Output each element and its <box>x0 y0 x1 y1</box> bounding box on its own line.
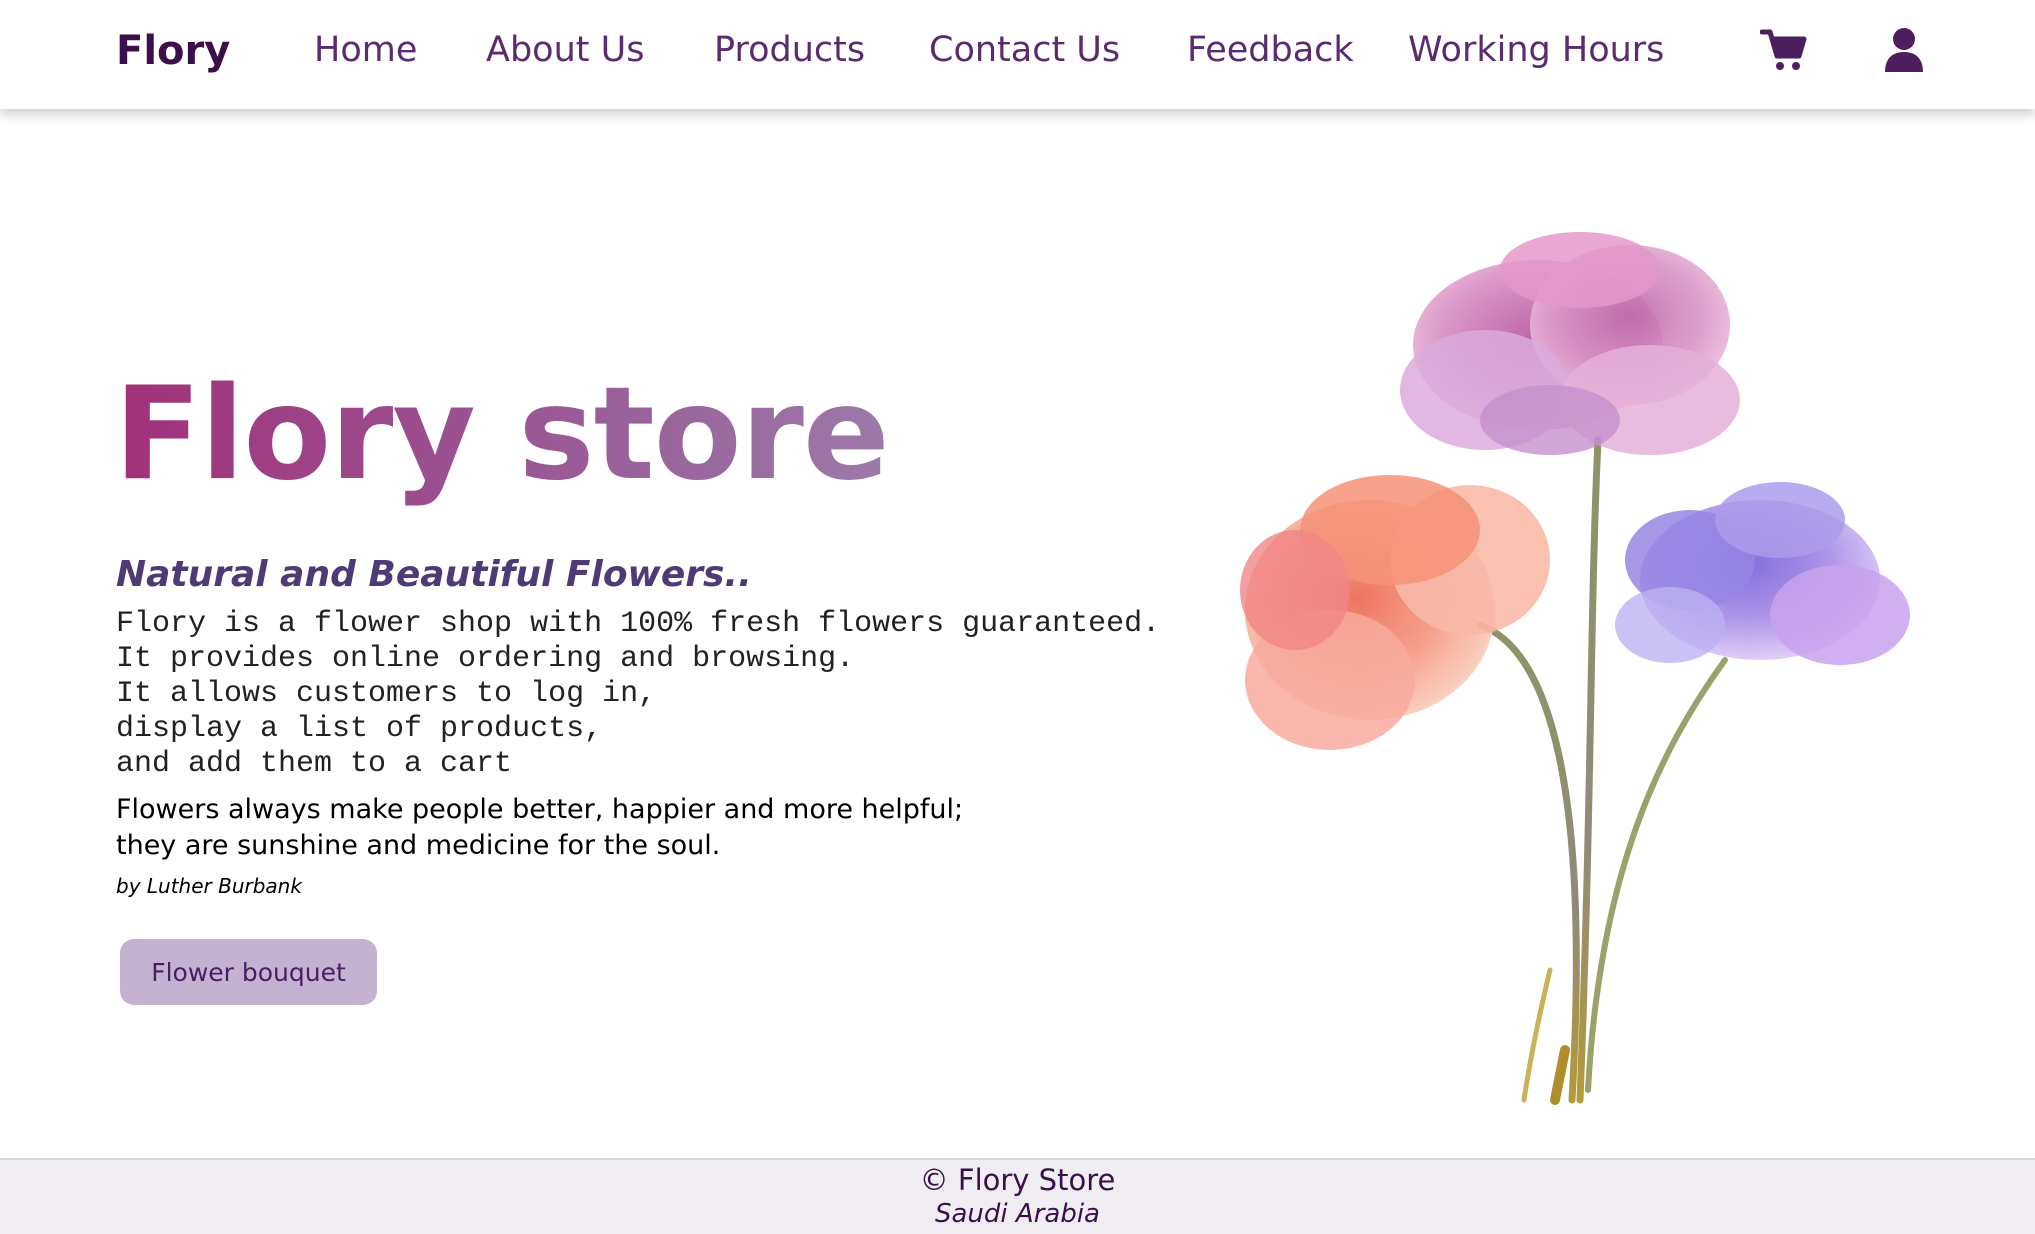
footer-country: Saudi Arabia <box>935 1199 1100 1229</box>
footer-copyright: © Flory Store <box>919 1163 1116 1197</box>
flower-bouquet-button[interactable]: Flower bouquet <box>120 939 377 1005</box>
nav-link-contact-us[interactable]: Contact Us <box>929 27 1120 73</box>
footer: © Flory Store Saudi Arabia <box>0 1158 2035 1234</box>
brand-logo-link[interactable]: Flory <box>116 26 230 76</box>
cart-icon[interactable] <box>1759 26 1808 74</box>
user-icon[interactable] <box>1880 26 1928 74</box>
quote-author: by Luther Burbank <box>116 874 302 898</box>
navbar: Flory Home About Us Products Contact Us … <box>0 0 2035 109</box>
nav-link-home[interactable]: Home <box>314 27 417 73</box>
hero-tagline: Natural and Beautiful Flowers.. <box>116 554 752 595</box>
nav-link-products[interactable]: Products <box>714 27 865 73</box>
nav-link-feedback[interactable]: Feedback <box>1187 27 1354 73</box>
hero-description: Flory is a flower shop with 100% fresh f… <box>116 607 1161 781</box>
watercolor-flowers-image <box>1220 230 1920 1110</box>
nav-link-working-hours[interactable]: Working Hours <box>1408 27 1664 73</box>
nav-link-about-us[interactable]: About Us <box>486 27 644 73</box>
hero-title: Flory store <box>114 360 890 509</box>
hero-quote: Flowers always make people better, happi… <box>116 794 964 861</box>
